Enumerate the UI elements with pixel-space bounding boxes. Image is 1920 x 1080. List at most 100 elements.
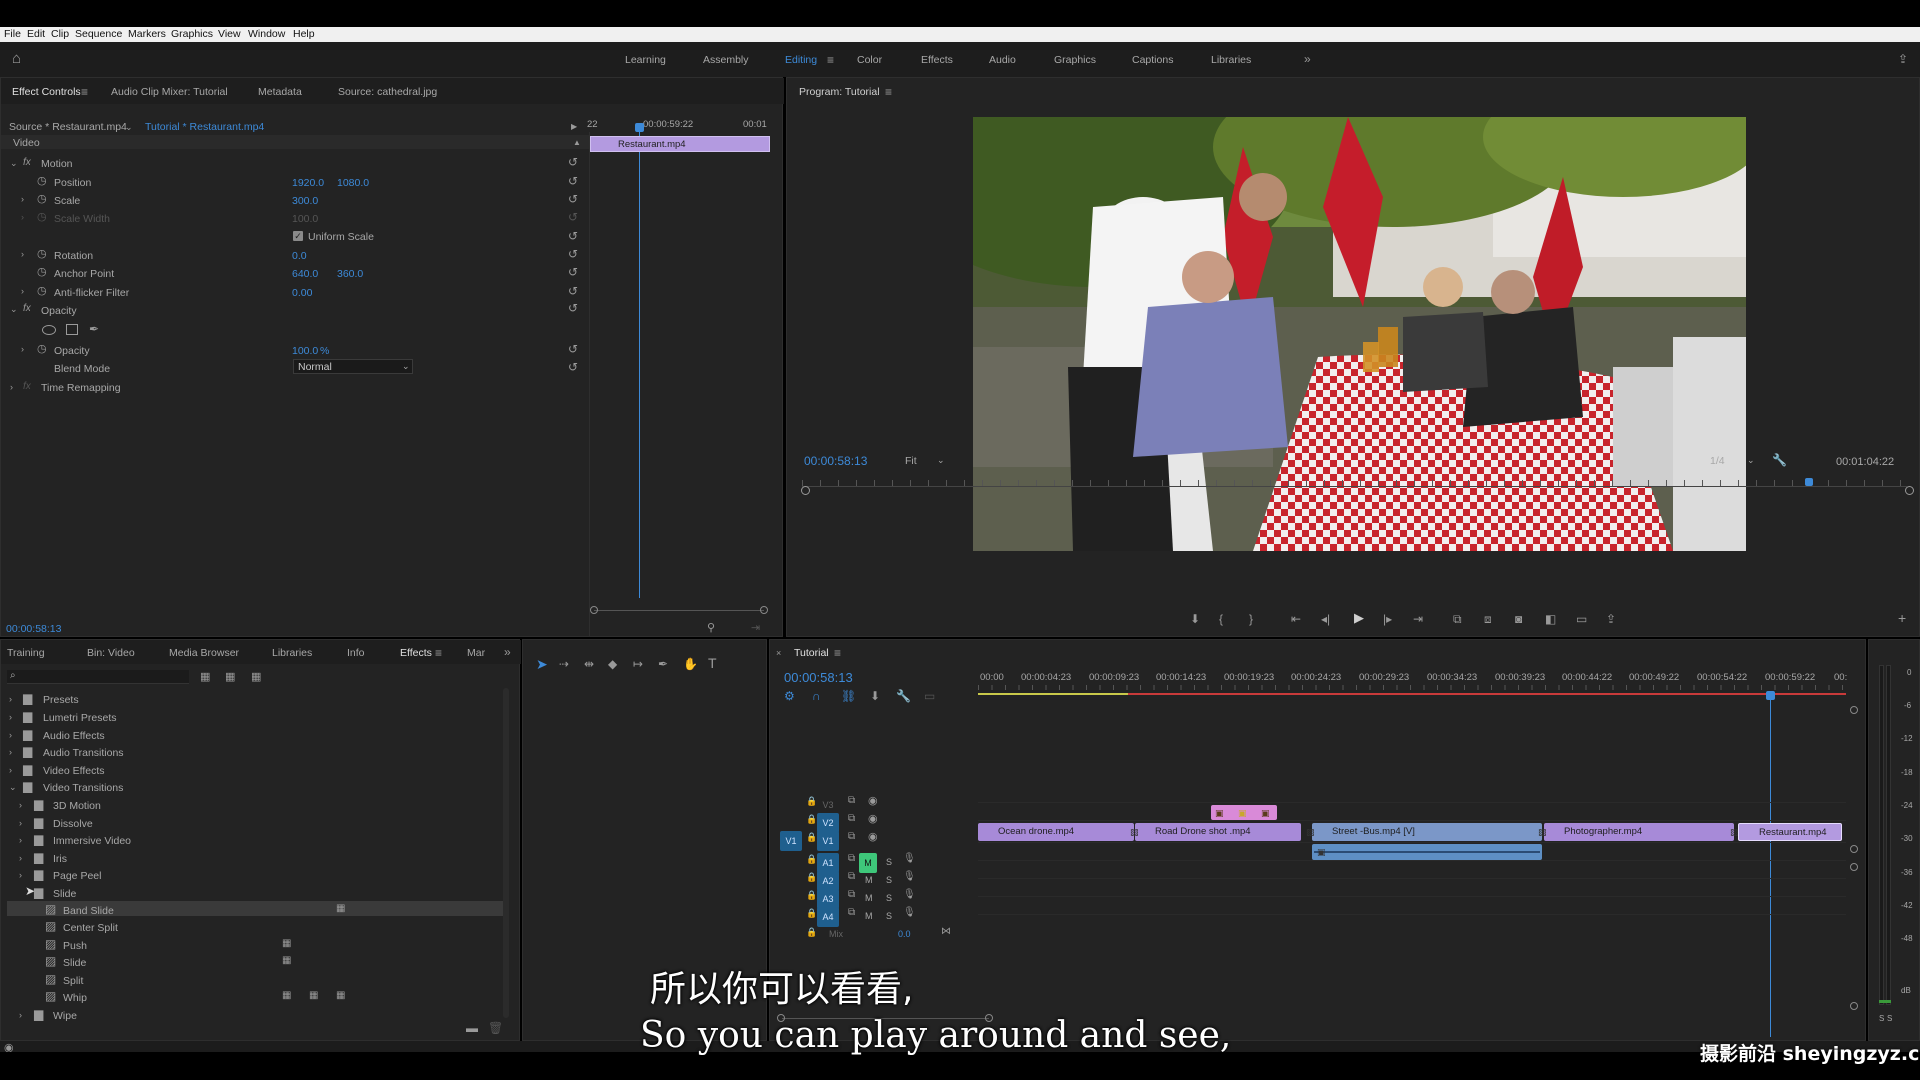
add-marker-icon[interactable]: ⬇: [1190, 612, 1200, 626]
reset-icon[interactable]: ↺: [568, 360, 578, 374]
ec-clip-bar[interactable]: Restaurant.mp4: [590, 136, 770, 152]
eye-icon[interactable]: ◉: [868, 794, 878, 808]
export-icon[interactable]: ⇥: [751, 621, 760, 635]
scroll-up-icon[interactable]: ▲: [573, 136, 581, 150]
reset-icon[interactable]: ↺: [568, 229, 578, 243]
track-target-v2[interactable]: V2: [817, 813, 839, 833]
expand-icon[interactable]: ›: [9, 710, 12, 724]
tree-item-video-transitions[interactable]: Video Transitions: [43, 782, 123, 794]
tree-item-slide[interactable]: Slide: [53, 888, 76, 900]
program-playhead[interactable]: [1805, 478, 1813, 486]
resolution-dropdown[interactable]: 1/4 ⌄: [1707, 454, 1757, 468]
v-scroll-handle[interactable]: [1850, 863, 1858, 871]
extract-icon[interactable]: ⧈: [1484, 612, 1492, 626]
tree-item-video-effects[interactable]: Video Effects: [43, 765, 105, 777]
sync-lock-icon[interactable]: ⧉: [848, 906, 855, 920]
anti-flicker-value[interactable]: 0.00: [292, 287, 312, 299]
reset-icon[interactable]: ↺: [568, 155, 578, 169]
tree-item-audio-effects[interactable]: Audio Effects: [43, 730, 105, 742]
step-back-icon[interactable]: ◂|: [1321, 612, 1330, 626]
go-to-in-icon[interactable]: ⇤: [1291, 612, 1301, 626]
position-y-value[interactable]: 1080.0: [337, 177, 369, 189]
source-patch-v1[interactable]: V1: [780, 831, 802, 851]
mute-a4-button[interactable]: M: [865, 910, 873, 922]
stopwatch-icon[interactable]: ◷: [37, 284, 47, 298]
time-ruler[interactable]: 00:00 00:00:04:23 00:00:09:23 00:00:14:2…: [978, 665, 1847, 697]
in-handle[interactable]: [801, 486, 810, 495]
more-workspaces-icon[interactable]: »: [1304, 52, 1311, 66]
menu-file[interactable]: File: [4, 28, 21, 40]
razor-tool-icon[interactable]: ◆: [608, 657, 617, 671]
microphone-icon[interactable]: 🎙: [903, 852, 916, 866]
v1-clip-ocean-drone[interactable]: Ocean drone.mp4: [978, 823, 1134, 841]
camera-icon[interactable]: ◙: [1515, 612, 1522, 626]
play-only-icon[interactable]: ▶: [571, 120, 577, 134]
rotation-value[interactable]: 0.0: [292, 250, 307, 262]
tree-item-audio-transitions[interactable]: Audio Transitions: [43, 747, 124, 759]
ec-zoom-scrollbar[interactable]: [594, 610, 764, 611]
workspace-libraries[interactable]: Libraries: [1211, 54, 1251, 66]
solo-left-button[interactable]: S: [1879, 1013, 1884, 1025]
stopwatch-icon[interactable]: ◷: [37, 174, 47, 188]
opacity-value[interactable]: 100.0: [292, 345, 318, 357]
pen-tool-icon[interactable]: ✒: [658, 657, 668, 671]
workspace-audio[interactable]: Audio: [989, 54, 1016, 66]
track-target-v1[interactable]: V1: [817, 831, 839, 851]
expand-icon[interactable]: ›: [19, 1008, 22, 1022]
tab-menu-icon[interactable]: ≡: [81, 85, 88, 99]
solo-a1-button[interactable]: S: [886, 856, 892, 868]
export-frame-icon[interactable]: ⇪: [1606, 612, 1616, 626]
effects-scrollbar[interactable]: [503, 688, 509, 1018]
lock-icon[interactable]: 🔒: [806, 925, 817, 939]
tree-item-iris[interactable]: Iris: [53, 853, 67, 865]
hand-tool-icon[interactable]: ✋: [683, 657, 698, 671]
tab-effect-controls[interactable]: Effect Controls: [12, 86, 81, 98]
mute-a2-button[interactable]: M: [865, 874, 873, 886]
a1-audio-clip[interactable]: ▣: [1312, 844, 1542, 860]
solo-a2-button[interactable]: S: [886, 874, 892, 886]
expand-icon[interactable]: ›: [19, 798, 22, 812]
microphone-icon[interactable]: 🎙: [903, 870, 916, 884]
rectangle-mask-icon[interactable]: [66, 324, 78, 335]
stopwatch-icon[interactable]: ◷: [37, 265, 47, 279]
program-timecode[interactable]: 00:00:58:13: [804, 455, 867, 467]
pen-mask-icon[interactable]: ✒: [89, 322, 99, 336]
lock-icon[interactable]: 🔒: [806, 888, 817, 902]
v1-clip-photographer[interactable]: Photographer.mp4: [1544, 823, 1734, 841]
sync-lock-icon[interactable]: ⧉: [848, 888, 855, 902]
effect-slide[interactable]: Slide: [63, 957, 86, 969]
tree-item-wipe[interactable]: Wipe: [53, 1010, 77, 1022]
track-target-a1[interactable]: A1: [817, 853, 839, 873]
ec-zoom-handle[interactable]: [590, 606, 598, 614]
sync-lock-icon[interactable]: ⧉: [848, 830, 855, 844]
workspace-color[interactable]: Color: [857, 54, 882, 66]
ec-timecode[interactable]: 00:00:58:13: [6, 623, 61, 635]
sync-lock-icon[interactable]: ⧉: [848, 794, 855, 808]
v-scroll-handle[interactable]: [1850, 1002, 1858, 1010]
lock-icon[interactable]: 🔒: [806, 906, 817, 920]
workspace-learning[interactable]: Learning: [625, 54, 666, 66]
eye-icon[interactable]: ◉: [868, 812, 878, 826]
menu-edit[interactable]: Edit: [27, 28, 45, 40]
expand-icon[interactable]: ›: [19, 816, 22, 830]
expand-icon[interactable]: ›: [21, 210, 24, 224]
solo-right-button[interactable]: S: [1887, 1013, 1892, 1025]
type-tool-icon[interactable]: T: [708, 656, 717, 670]
anchor-y-value[interactable]: 360.0: [337, 268, 363, 280]
reset-icon[interactable]: ↺: [568, 192, 578, 206]
v1-clip-restaurant[interactable]: Restaurant.mp4: [1738, 823, 1842, 841]
effect-whip[interactable]: Whip: [63, 992, 87, 1004]
mute-a1-button[interactable]: M: [859, 853, 877, 873]
lift-icon[interactable]: ⧉: [1453, 612, 1462, 626]
new-bin-icon[interactable]: ▬: [466, 1021, 478, 1035]
lock-icon[interactable]: 🔒: [806, 794, 817, 808]
mix-value[interactable]: 0.0: [898, 928, 911, 940]
tab-source[interactable]: Source: cathedral.jpg: [338, 86, 437, 98]
collapse-icon[interactable]: ⌄: [9, 780, 17, 794]
menu-clip[interactable]: Clip: [51, 28, 69, 40]
share-icon[interactable]: ⇪: [1898, 52, 1908, 66]
fx-icon[interactable]: fx: [23, 302, 31, 316]
microphone-icon[interactable]: 🎙: [903, 888, 916, 902]
expand-icon[interactable]: ›: [21, 284, 24, 298]
tab-audio-clip-mixer[interactable]: Audio Clip Mixer: Tutorial: [111, 86, 228, 98]
